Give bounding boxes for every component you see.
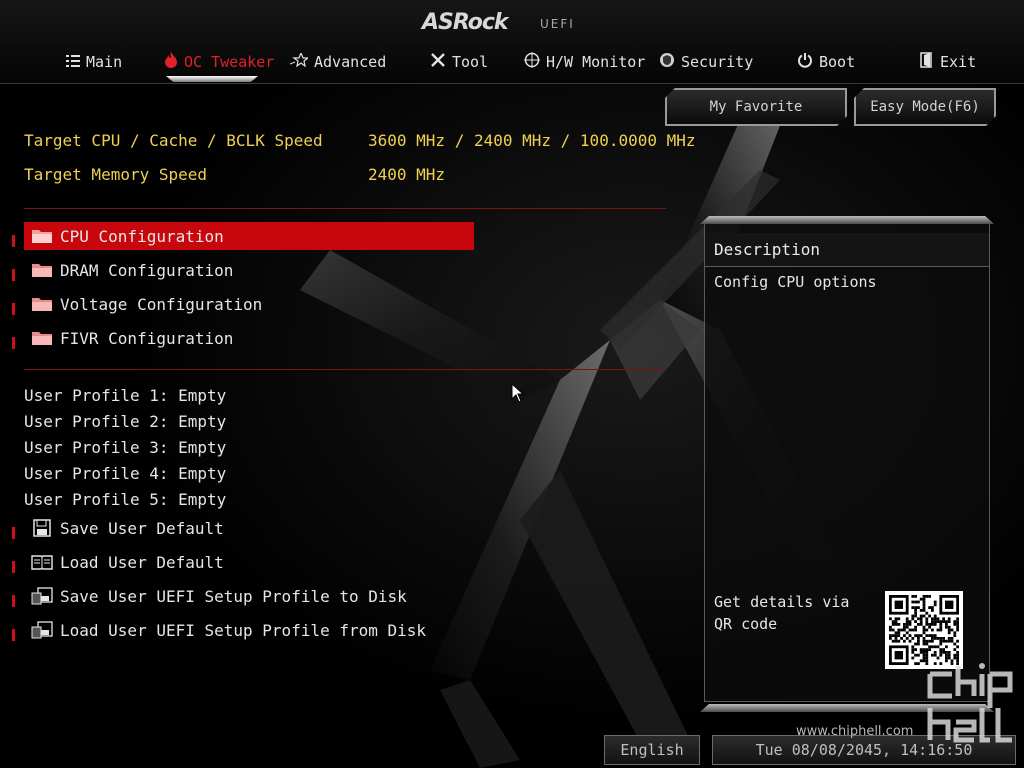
- section-divider: [24, 208, 666, 209]
- tab-oc-tweaker[interactable]: OC Tweaker: [164, 50, 274, 74]
- item-marker: [12, 561, 15, 573]
- asrock-logo: ASRock: [422, 10, 509, 35]
- description-text: Config CPU options: [714, 273, 877, 291]
- menu-dram-configuration[interactable]: DRAM Configuration: [24, 256, 474, 284]
- top-nav-bar: ASRock UEFI Main OC Tweaker Advanced Too…: [0, 0, 1024, 84]
- shield-icon: [659, 52, 675, 72]
- flame-icon: [164, 52, 178, 72]
- tab-oc-tweaker-label: OC Tweaker: [184, 53, 275, 71]
- tab-main[interactable]: Main: [66, 50, 122, 74]
- tab-exit[interactable]: Exit: [920, 50, 976, 74]
- menu-cpu-configuration[interactable]: CPU Configuration: [24, 222, 474, 250]
- star-icon: [289, 51, 310, 71]
- item-marker: [12, 527, 15, 539]
- user-profile-2[interactable]: User Profile 2: Empty: [24, 412, 226, 434]
- qr-caption: Get details via QR code: [714, 593, 850, 633]
- action-label: Load User Default: [60, 552, 224, 572]
- target-cpu-row: Target CPU / Cache / BCLK Speed 3600 MHz…: [24, 131, 696, 153]
- monitor-icon: [524, 52, 540, 72]
- chiphell-logo: [927, 663, 1013, 743]
- folder-icon: [30, 226, 54, 246]
- save-user-default-item[interactable]: Save User Default: [24, 514, 474, 542]
- action-label: Save User Default: [60, 518, 224, 538]
- exit-icon: [920, 52, 934, 72]
- save-profile-to-disk-item[interactable]: Save User UEFI Setup Profile to Disk: [24, 582, 474, 610]
- target-memory-label: Target Memory Speed: [24, 165, 208, 184]
- tab-tool-label: Tool: [452, 53, 489, 71]
- load-profile-from-disk-item[interactable]: Load User UEFI Setup Profile from Disk: [24, 616, 474, 644]
- description-title-text: Description: [714, 240, 820, 259]
- tab-boot[interactable]: Boot: [797, 50, 855, 74]
- action-label: Load User UEFI Setup Profile from Disk: [60, 620, 427, 640]
- tab-exit-label: Exit: [940, 53, 977, 71]
- tab-advanced-label: Advanced: [314, 53, 387, 71]
- load-user-default-item[interactable]: Load User Default: [24, 548, 474, 576]
- user-profile-5[interactable]: User Profile 5: Empty: [24, 490, 226, 512]
- menu-label: DRAM Configuration: [60, 260, 234, 280]
- disk-load-icon: [30, 620, 54, 640]
- tab-security-label: Security: [681, 53, 754, 71]
- item-marker: [12, 629, 15, 641]
- disk-save-icon: [30, 586, 54, 606]
- tab-hw-monitor[interactable]: H/W Monitor: [524, 50, 645, 74]
- target-cpu-label: Target CPU / Cache / BCLK Speed: [24, 131, 323, 150]
- item-marker: [12, 595, 15, 607]
- panel-top-rail: [700, 216, 994, 224]
- tab-hw-monitor-label: H/W Monitor: [546, 53, 646, 71]
- item-marker: [12, 303, 15, 315]
- tools-icon: [430, 52, 446, 72]
- folder-icon: [30, 260, 54, 280]
- tab-tool[interactable]: Tool: [430, 50, 488, 74]
- item-marker: [12, 235, 15, 247]
- floppy-icon: [30, 518, 54, 538]
- mouse-cursor-icon: [511, 383, 525, 403]
- folder-icon: [30, 328, 54, 348]
- active-tab-indicator: [166, 76, 258, 82]
- user-profile-1[interactable]: User Profile 1: Empty: [24, 386, 226, 408]
- my-favorite-button[interactable]: My Favorite: [665, 88, 847, 126]
- target-memory-value: 2400 MHz: [368, 165, 446, 184]
- book-icon: [30, 552, 54, 572]
- tab-main-label: Main: [86, 53, 123, 71]
- action-label: Save User UEFI Setup Profile to Disk: [60, 586, 407, 606]
- menu-voltage-configuration[interactable]: Voltage Configuration: [24, 290, 474, 318]
- watermark-text: www.chiphell.com: [796, 724, 914, 739]
- menu-label: Voltage Configuration: [60, 294, 263, 314]
- tab-advanced[interactable]: Advanced: [289, 50, 387, 74]
- tab-boot-label: Boot: [819, 53, 856, 71]
- menu-label: CPU Configuration: [60, 226, 224, 246]
- qr-code-image: [889, 595, 959, 665]
- user-profile-4[interactable]: User Profile 4: Empty: [24, 464, 226, 486]
- easy-mode-button[interactable]: Easy Mode(F6): [854, 88, 996, 126]
- list-icon: [66, 53, 80, 71]
- menu-label: FIVR Configuration: [60, 328, 234, 348]
- section-divider: [24, 369, 666, 370]
- user-profile-3[interactable]: User Profile 3: Empty: [24, 438, 226, 460]
- target-memory-row: Target Memory Speed 2400 MHz: [24, 165, 445, 187]
- description-title: Description: [705, 233, 989, 267]
- item-marker: [12, 269, 15, 281]
- folder-icon: [30, 294, 54, 314]
- description-panel: Description Config CPU options Get detai…: [704, 222, 990, 702]
- item-marker: [12, 337, 15, 349]
- uefi-label: UEFI: [540, 17, 575, 31]
- power-icon: [797, 52, 813, 72]
- language-selector[interactable]: English: [604, 735, 700, 765]
- menu-fivr-configuration[interactable]: FIVR Configuration: [24, 324, 474, 352]
- tab-security[interactable]: Security: [659, 50, 753, 74]
- target-cpu-value: 3600 MHz / 2400 MHz / 100.0000 MHz: [368, 131, 696, 150]
